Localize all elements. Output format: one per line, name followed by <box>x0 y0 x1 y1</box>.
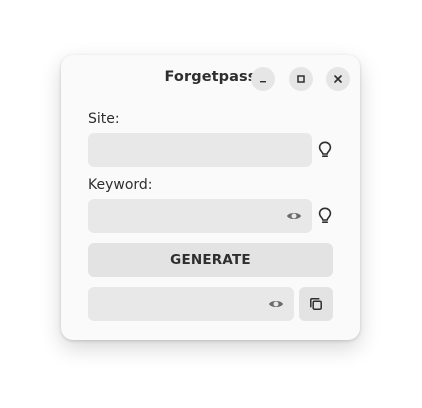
result-output[interactable] <box>88 287 294 321</box>
eye-icon <box>287 213 301 219</box>
generate-button[interactable]: GENERATE <box>88 243 333 277</box>
keyword-hint-button[interactable] <box>317 207 333 225</box>
keyword-reveal-button[interactable] <box>285 207 303 225</box>
site-input[interactable] <box>88 133 312 167</box>
result-reveal-button[interactable] <box>267 295 285 313</box>
close-icon <box>334 75 342 83</box>
site-hint-button[interactable] <box>317 141 333 159</box>
keyword-input[interactable] <box>88 199 312 233</box>
maximize-button[interactable] <box>289 67 313 91</box>
eye-icon <box>269 301 283 307</box>
maximize-icon <box>297 75 305 83</box>
keyword-label: Keyword: <box>88 177 153 193</box>
close-button[interactable] <box>326 67 350 91</box>
copy-icon <box>310 298 322 310</box>
lightbulb-icon <box>318 141 332 157</box>
forgetpass-window: Forgetpass Site: Keyword: GENERATE <box>61 55 360 340</box>
copy-button[interactable] <box>299 287 333 321</box>
window-title: Forgetpass <box>164 69 257 85</box>
minimize-icon <box>260 81 266 83</box>
lightbulb-icon <box>318 207 332 223</box>
site-label: Site: <box>88 111 120 127</box>
minimize-button[interactable] <box>251 67 275 91</box>
titlebar: Forgetpass <box>61 55 360 101</box>
